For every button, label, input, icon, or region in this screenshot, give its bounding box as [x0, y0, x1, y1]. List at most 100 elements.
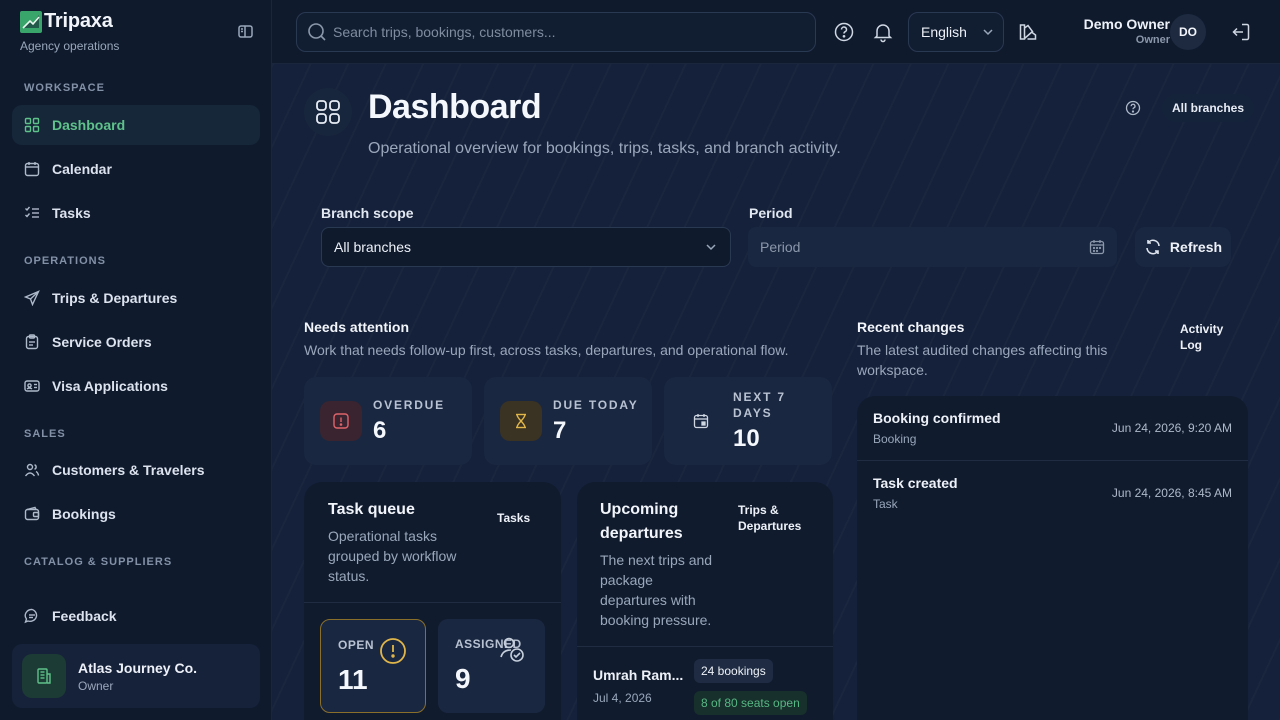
sidebar-item-label: Service Orders [52, 334, 152, 350]
task-queue-tasks-link[interactable]: Tasks [497, 510, 530, 526]
sidebar-item-label: Feedback [52, 608, 117, 624]
stat-value: 7 [553, 417, 567, 444]
link-line: Departures [738, 519, 802, 533]
departure-name: Umrah Ram... [593, 667, 684, 683]
message-icon [24, 608, 38, 624]
nav-section-operations: OPERATIONS [24, 255, 106, 267]
chevron-down-icon [983, 29, 993, 36]
divider [304, 602, 561, 603]
period-placeholder: Period [760, 239, 801, 255]
nav-section-workspace: WORKSPACE [24, 82, 105, 94]
alert-circle-icon [380, 638, 406, 664]
page-title: Dashboard [368, 88, 542, 126]
sidebar-item-service-orders[interactable]: Service Orders [12, 322, 260, 362]
period-input[interactable]: Period [748, 227, 1117, 267]
branch-scope-label: Branch scope [321, 205, 414, 221]
user-menu[interactable]: Demo Owner Owner [1052, 16, 1170, 46]
needs-attention-subtitle: Work that needs follow-up first, across … [304, 342, 789, 358]
departure-row[interactable]: Umrah Ram... Jul 4, 2026 24 bookings 8 o… [577, 647, 833, 720]
title-line: Upcoming [600, 501, 679, 518]
stat-value: 6 [373, 417, 387, 444]
sidebar-item-label: Visa Applications [52, 378, 168, 394]
open-tasks-card[interactable]: OPEN 11 [320, 619, 426, 713]
user-role: Owner [1135, 34, 1170, 46]
organization-switcher[interactable]: Atlas Journey Co. Owner [12, 644, 260, 708]
sidebar-item-label: Dashboard [52, 117, 126, 133]
activity-time: Jun 24, 2026, 8:45 AM [1111, 486, 1232, 500]
send-icon [24, 290, 40, 306]
building-icon [22, 654, 66, 698]
help-icon[interactable] [1125, 100, 1141, 116]
sidebar-item-dashboard[interactable]: Dashboard [12, 105, 260, 145]
collapse-sidebar-icon[interactable] [236, 23, 256, 41]
sidebar-item-tasks[interactable]: Tasks [12, 193, 260, 233]
recent-changes-subtitle: The latest audited changes affecting thi… [857, 340, 1107, 380]
help-icon[interactable] [833, 21, 855, 43]
nav-section-catalog-suppliers: CATALOG & SUPPLIERS [24, 556, 173, 568]
chevron-down-icon [706, 244, 716, 251]
assigned-tasks-card[interactable]: ASSIGNED 9 [438, 619, 545, 713]
subtitle-line: package [600, 572, 653, 588]
user-check-icon [500, 637, 524, 662]
stat-label-line: DAYS [733, 406, 773, 420]
avatar[interactable]: DO [1170, 14, 1206, 50]
sidebar-item-label: Calendar [52, 161, 112, 177]
activity-title: Task created [873, 475, 958, 491]
refresh-icon [1146, 239, 1160, 255]
refresh-label: Refresh [1169, 239, 1223, 255]
bookings-badge: 24 bookings [694, 659, 773, 683]
global-search[interactable] [296, 12, 816, 52]
sidebar-item-trips-departures[interactable]: Trips & Departures [12, 278, 260, 318]
sidebar-item-label: Bookings [52, 506, 116, 522]
activity-log-link[interactable]: Activity Log [1180, 321, 1223, 353]
subtitle-line: Operational tasks [328, 528, 437, 544]
seats-open-badge: 8 of 80 seats open [694, 691, 807, 715]
trips-departures-link[interactable]: Trips & Departures [738, 502, 801, 534]
grid-icon [24, 117, 40, 133]
overdue-card[interactable]: OVERDUE 6 [304, 377, 472, 465]
theme-palette-icon[interactable] [1017, 21, 1039, 43]
logout-icon[interactable] [1230, 21, 1252, 43]
calendar-icon[interactable] [1089, 239, 1105, 255]
recent-changes-title: Recent changes [857, 319, 965, 335]
upcoming-departures-panel: Upcoming departures Trips & Departures T… [577, 482, 833, 720]
alert-square-icon [320, 401, 362, 441]
tq-value: 9 [455, 663, 471, 694]
sidebar-item-customers-travelers[interactable]: Customers & Travelers [12, 450, 260, 490]
due-today-card[interactable]: DUE TODAY 7 [484, 377, 652, 465]
activity-type: Booking [873, 432, 917, 446]
subtitle-line: booking pressure. [600, 612, 712, 628]
sidebar-item-bookings[interactable]: Bookings [12, 494, 260, 534]
search-input[interactable] [333, 24, 803, 40]
stat-label: DUE TODAY [553, 398, 639, 412]
sidebar-item-feedback[interactable]: Feedback [12, 596, 260, 636]
user-name: Demo Owner [1083, 16, 1170, 32]
stat-label: OVERDUE [373, 398, 445, 412]
topbar: English Demo Owner Owner DO [272, 0, 1280, 64]
bell-icon[interactable] [872, 21, 894, 43]
sidebar-item-calendar[interactable]: Calendar [12, 149, 260, 189]
id-card-icon [24, 380, 40, 392]
organization-name: Atlas Journey Co. [78, 659, 198, 676]
branch-scope-select[interactable]: All branches [321, 227, 731, 267]
activity-row[interactable]: Task created Task Jun 24, 2026, 8:45 AM [857, 461, 1248, 525]
sidebar-item-label: Tasks [52, 205, 91, 221]
departure-date: Jul 4, 2026 [593, 691, 652, 705]
branch-scope-badge[interactable]: All branches [1162, 94, 1255, 122]
tq-value: 11 [338, 664, 368, 695]
activity-row[interactable]: Booking confirmed Booking Jun 24, 2026, … [857, 396, 1248, 460]
next-7-days-card[interactable]: NEXT 7 DAYS 10 [664, 377, 832, 465]
stat-label: NEXT 7 DAYS [733, 389, 786, 421]
task-queue-title: Task queue [328, 501, 415, 518]
users-icon [24, 463, 40, 477]
refresh-button[interactable]: Refresh [1135, 227, 1231, 267]
title-line: departures [600, 525, 683, 542]
subtitle-line: workspace. [857, 362, 928, 378]
sidebar-item-visa-applications[interactable]: Visa Applications [12, 366, 260, 406]
calendar-icon [680, 401, 722, 441]
branch-scope-value: All branches [334, 239, 412, 255]
brand[interactable]: Tripaxa Agency operations [20, 10, 119, 53]
language-select[interactable]: English [908, 12, 1004, 52]
wallet-icon [24, 506, 40, 521]
sidebar: Tripaxa Agency operations WORKSPACE Dash… [0, 0, 272, 720]
